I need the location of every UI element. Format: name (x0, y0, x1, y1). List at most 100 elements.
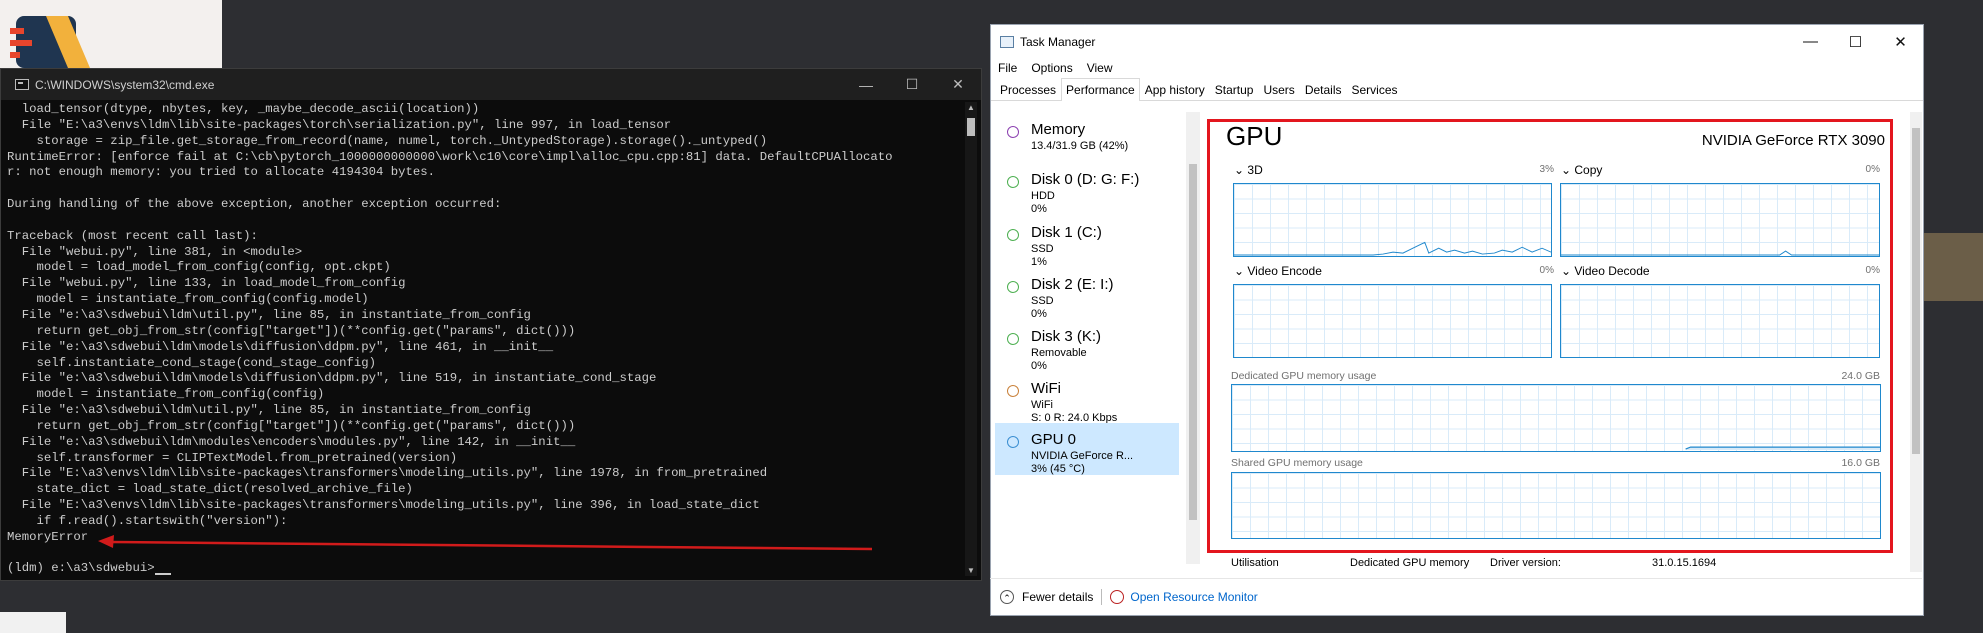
console-output[interactable]: load_tensor(dtype, nbytes, key, _maybe_d… (7, 102, 959, 576)
menu-view[interactable]: View (1087, 61, 1113, 75)
console-line: RuntimeError: [enforce fail at C:\cb\pyt… (7, 149, 893, 164)
resource-status-icon (1007, 281, 1019, 293)
maximize-button[interactable]: ☐ (889, 69, 935, 100)
tm-title: Task Manager (1020, 34, 1096, 49)
cmd-app-icon (15, 79, 29, 90)
cmd-window[interactable]: C:\WINDOWS\system32\cmd.exe — ☐ ✕ load_t… (0, 68, 982, 581)
resource-name: GPU 0 (1031, 431, 1077, 448)
console-line: model = load_model_from_config(config, o… (7, 260, 391, 275)
sidebar-item-resource[interactable]: Disk 0 (D: G: F:) HDD 0% (995, 163, 1179, 215)
resource-detail: 0% (1031, 203, 1047, 215)
sidebar-item-resource[interactable]: Disk 1 (C:) SSD 1% (995, 216, 1179, 268)
menu-bar: File Options View (991, 58, 1923, 78)
console-line: self.transformer = CLIPTextModel.from_pr… (7, 450, 458, 465)
sidebar-item-resource[interactable]: GPU 0 NVIDIA GeForce R... 3% (45 °C) (995, 423, 1179, 475)
tab-details[interactable]: Details (1300, 79, 1347, 100)
close-button[interactable]: ✕ (935, 69, 981, 100)
resource-monitor-icon (1110, 590, 1125, 604)
engine-pct-video-encode: 0% (1539, 265, 1554, 276)
resource-name: Disk 1 (C:) (1031, 224, 1102, 241)
menu-options[interactable]: Options (1031, 61, 1072, 75)
chevron-down-icon: ⌄ (1234, 264, 1248, 278)
tab-users[interactable]: Users (1258, 79, 1299, 100)
cmd-titlebar[interactable]: C:\WINDOWS\system32\cmd.exe — ☐ ✕ (1, 69, 981, 100)
engine-pct-3d: 3% (1539, 164, 1554, 175)
resource-status-icon (1007, 436, 1019, 448)
console-line: File "E:\a3\envs\ldm\lib\site-packages\t… (7, 498, 760, 513)
menu-file[interactable]: File (998, 61, 1017, 75)
console-line: return get_obj_from_str(config["target"]… (7, 323, 576, 338)
graph-3d (1233, 183, 1552, 257)
resource-status-icon (1007, 333, 1019, 345)
console-line: load_tensor(dtype, nbytes, key, _maybe_d… (7, 102, 480, 116)
resource-name: Disk 3 (K:) (1031, 328, 1102, 345)
resource-detail: HDD (1031, 190, 1055, 202)
panel-scrollbar-thumb[interactable] (1912, 128, 1920, 454)
footer-divider (1101, 589, 1103, 605)
sidebar-item-resource[interactable]: WiFi WiFi S: 0 R: 24.0 Kbps (995, 372, 1179, 424)
resource-name: Disk 0 (D: G: F:) (1031, 171, 1140, 188)
tab-services[interactable]: Services (1347, 79, 1403, 100)
console-line: File "webui.py", line 133, in load_model… (7, 276, 406, 291)
console-line: File "E:\a3\envs\ldm\lib\site-packages\t… (7, 117, 672, 132)
console-line: File "e:\a3\sdwebui\ldm\util.py", line 8… (7, 307, 531, 322)
console-line: File "e:\a3\sdwebui\ldm\models\diffusion… (7, 339, 554, 354)
close-button[interactable]: ✕ (1878, 25, 1923, 58)
dedicated-memory-max: 24.0 GB (1841, 370, 1880, 382)
resource-detail: SSD (1031, 295, 1054, 307)
open-resource-monitor-link[interactable]: Open Resource Monitor (1130, 590, 1257, 604)
chevron-down-icon: ⌄ (1561, 264, 1575, 278)
console-line: storage = zip_file.get_storage_from_reco… (7, 133, 768, 148)
tab-startup[interactable]: Startup (1210, 79, 1259, 100)
console-line: model = instantiate_from_config(config.m… (7, 292, 369, 307)
fewer-details-button[interactable]: Fewer details (1022, 590, 1093, 604)
minimize-button[interactable]: — (843, 69, 889, 100)
driver-version-value: 31.0.15.1694 (1652, 557, 1717, 569)
engine-label-video-encode[interactable]: ⌄ Video Encode (1234, 264, 1322, 278)
chevron-up-icon[interactable]: ⌃ (1000, 590, 1014, 604)
utilisation-label: Utilisation (1231, 557, 1279, 569)
console-line: MemoryError (7, 529, 89, 544)
console-line: Traceback (most recent call last): (7, 228, 258, 243)
console-line: File "e:\a3\sdwebui\ldm\modules\encoders… (7, 434, 576, 449)
resource-detail: 13.4/31.9 GB (42%) (1031, 140, 1129, 152)
tm-titlebar[interactable]: Task Manager — ☐ ✕ (991, 25, 1923, 58)
engine-label-copy[interactable]: ⌄ Copy (1561, 163, 1602, 177)
console-line: File "e:\a3\sdwebui\ldm\models\diffusion… (7, 371, 657, 386)
console-line: if f.read().startswith("version"): (7, 513, 288, 528)
scroll-up-icon[interactable]: ▲ (965, 103, 977, 112)
tab-performance[interactable]: Performance (1061, 78, 1140, 101)
console-line: r: not enough memory: you tried to alloc… (7, 165, 436, 180)
resource-detail: 3% (45 °C) (1031, 463, 1085, 475)
panel-scrollbar[interactable] (1910, 112, 1922, 572)
console-line: During handling of the above exception, … (7, 197, 502, 212)
engine-label-3d[interactable]: ⌄ 3D (1234, 163, 1263, 177)
console-line: self.instantiate_cond_stage(cond_stage_c… (7, 355, 376, 370)
scroll-down-icon[interactable]: ▼ (965, 566, 977, 575)
scrollbar-thumb[interactable] (967, 118, 975, 136)
resource-name: WiFi (1031, 380, 1061, 397)
maximize-button[interactable]: ☐ (1833, 25, 1878, 58)
console-line: state_dict = load_state_dict(resolved_ar… (7, 482, 413, 497)
resource-status-icon (1007, 385, 1019, 397)
graph-shared-memory (1231, 472, 1881, 539)
engine-label-video-decode[interactable]: ⌄ Video Decode (1561, 264, 1650, 278)
engine-pct-video-decode: 0% (1865, 265, 1880, 276)
console-line: File "e:\a3\sdwebui\ldm\util.py", line 8… (7, 403, 531, 418)
resource-name: Disk 2 (E: I:) (1031, 276, 1114, 293)
tab-app-history[interactable]: App history (1140, 79, 1210, 100)
tab-processes[interactable]: Processes (995, 79, 1061, 100)
sidebar-item-resource[interactable]: Memory 13.4/31.9 GB (42%) (995, 113, 1179, 161)
chevron-down-icon: ⌄ (1234, 163, 1248, 177)
sidebar-item-resource[interactable]: Disk 2 (E: I:) SSD 0% (995, 268, 1179, 320)
minimize-button[interactable]: — (1788, 25, 1833, 58)
sidebar-item-resource[interactable]: Disk 3 (K:) Removable 0% (995, 320, 1179, 372)
console-line: File "webui.py", line 381, in <module> (7, 244, 303, 259)
sidebar-scrollbar-thumb[interactable] (1189, 164, 1197, 520)
task-manager-icon (1000, 35, 1014, 48)
background-window-strip (1920, 233, 1983, 301)
resource-detail: WiFi (1031, 399, 1053, 411)
console-scrollbar[interactable]: ▲ ▼ (965, 102, 977, 576)
